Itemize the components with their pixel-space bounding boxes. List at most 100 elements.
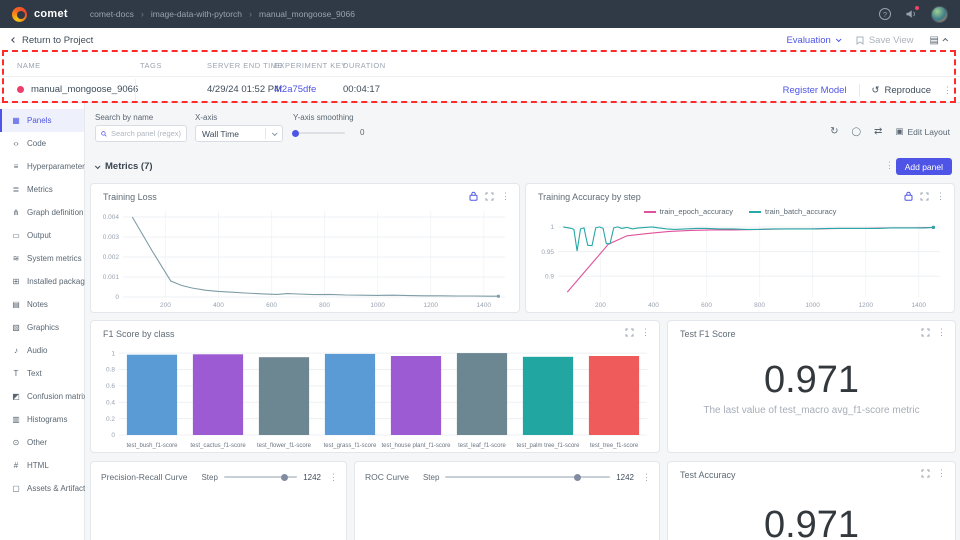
panel-menu-button[interactable]: ⋮: [501, 192, 510, 201]
breadcrumb-experiment[interactable]: manual_mongoose_9066: [259, 9, 355, 19]
training-loss-chart[interactable]: 20040060080010001200140000.0010.0020.003…: [95, 206, 515, 310]
help-icon[interactable]: ?: [879, 8, 891, 20]
reproduce-button[interactable]: ↺ Reproduce: [872, 85, 931, 96]
edit-layout-button[interactable]: ▣ Edit Layout: [895, 126, 950, 137]
smoothing-label: Y-axis smoothing: [293, 113, 354, 122]
svg-text:test_house plant_f1-score: test_house plant_f1-score: [381, 443, 451, 449]
breadcrumb-project[interactable]: image-data-with-pytorch: [151, 9, 242, 19]
lock-icon[interactable]: [469, 191, 478, 201]
smoothing-slider[interactable]: [293, 132, 345, 134]
chevron-down-icon: [95, 163, 101, 169]
sidebar-item-confusion-matrix[interactable]: ◩ Confusion matrix: [0, 385, 84, 408]
compare-options-icon[interactable]: ⇄: [874, 127, 882, 137]
svg-text:1000: 1000: [805, 302, 820, 309]
refresh-icon[interactable]: ↻: [830, 127, 838, 137]
sidebar-item-metrics[interactable]: ≣ Metrics: [0, 178, 84, 201]
panel-title: Precision-Recall Curve: [101, 472, 187, 482]
metrics-section-toggle[interactable]: Metrics (7): [95, 161, 153, 172]
breadcrumb-workspace[interactable]: comet-docs: [90, 9, 134, 19]
add-panel-button[interactable]: Add panel: [896, 158, 952, 175]
chevron-up-icon: [942, 38, 948, 44]
user-avatar[interactable]: [931, 6, 948, 23]
other-icon: ⊙: [11, 438, 21, 447]
f1-score-bar-chart[interactable]: 00.20.40.60.81test_bush_f1-scoretest_cac…: [95, 343, 655, 451]
search-input[interactable]: [111, 129, 181, 138]
panel-menu-button[interactable]: ⋮: [937, 328, 946, 337]
sidebar-item-system-metrics[interactable]: ≋ System metrics: [0, 247, 84, 270]
svg-text:0.002: 0.002: [103, 254, 120, 261]
svg-text:1200: 1200: [858, 302, 873, 309]
panel-title: F1 Score by class: [103, 329, 175, 339]
svg-text:1000: 1000: [370, 302, 385, 309]
training-accuracy-chart[interactable]: 2004006008001000120014000.90.951: [530, 218, 950, 310]
save-view-button[interactable]: Save View: [856, 35, 914, 46]
test-accuracy-value: 0.971: [668, 504, 955, 540]
training-loss-panel: Training Loss ⋮ 200400600800100012001400…: [90, 183, 520, 313]
panel-menu-button[interactable]: ⋮: [329, 473, 338, 482]
sidebar-item-audio[interactable]: ♪ Audio: [0, 339, 84, 362]
svg-text:1200: 1200: [423, 302, 438, 309]
sidebar-item-graph-definition[interactable]: ⋔ Graph definition: [0, 201, 84, 224]
fullscreen-icon[interactable]: [485, 192, 494, 201]
sidebar-item-code[interactable]: ‹› Code: [0, 132, 84, 155]
svg-text:800: 800: [319, 302, 330, 309]
return-to-project-link[interactable]: Return to Project: [12, 35, 93, 46]
svg-text:1: 1: [111, 350, 115, 357]
svg-text:test_bush_f1-score: test_bush_f1-score: [126, 443, 178, 449]
experiment-row[interactable]: manual_mongoose_9066 4/29/24 01:52 PM 4f…: [0, 77, 960, 103]
sidebar-item-hyperparameters[interactable]: ≡ Hyperparameters: [0, 155, 84, 178]
bookmark-icon: [856, 36, 864, 45]
sidebar-item-notes[interactable]: ▤ Notes: [0, 293, 84, 316]
sidebar-item-assets-artifacts[interactable]: ▢ Assets & Artifacts: [0, 477, 84, 500]
lock-icon[interactable]: [904, 191, 913, 201]
step-slider[interactable]: [224, 476, 297, 478]
svg-text:test_leaf_f1-score: test_leaf_f1-score: [458, 443, 506, 449]
panel-menu-button[interactable]: ⋮: [937, 469, 946, 478]
row-menu-button[interactable]: ⋮: [943, 86, 952, 95]
svg-text:test_cactus_f1-score: test_cactus_f1-score: [190, 443, 246, 449]
auto-refresh-icon[interactable]: ◯: [852, 127, 862, 136]
sidebar-item-panels[interactable]: ▦ Panels: [0, 109, 84, 132]
test-f1-score-subtitle: The last value of test_macro avg_f1-scor…: [668, 405, 955, 416]
step-slider[interactable]: [445, 476, 610, 478]
svg-text:0.8: 0.8: [106, 367, 115, 374]
slider-handle[interactable]: [574, 474, 581, 481]
panel-menu-button[interactable]: ⋮: [936, 192, 945, 201]
panels-main-area: Search by name X-axis Y-axis smoothing W…: [85, 103, 960, 540]
panel-menu-button[interactable]: ⋮: [641, 328, 650, 337]
panel-title: Test Accuracy: [680, 470, 736, 480]
metrics-section-title: Metrics (7): [105, 161, 153, 172]
fullscreen-icon[interactable]: [920, 192, 929, 201]
sidebar-item-histograms[interactable]: ▥ Histograms: [0, 408, 84, 431]
experiment-key-link[interactable]: 4f2a75dfe: [274, 84, 316, 95]
folder-icon: ▢: [11, 484, 21, 493]
legend-train-epoch-accuracy[interactable]: train_epoch_accuracy: [644, 207, 733, 216]
sidebar-item-text[interactable]: T Text: [0, 362, 84, 385]
notifications-button[interactable]: [905, 8, 917, 20]
svg-text:1: 1: [550, 224, 554, 231]
legend-train-batch-accuracy[interactable]: train_batch_accuracy: [749, 207, 836, 216]
svg-text:0.2: 0.2: [106, 416, 115, 423]
packages-icon: ⊞: [11, 277, 21, 286]
fullscreen-icon[interactable]: [625, 328, 634, 337]
panel-search[interactable]: [95, 125, 187, 142]
sidebar-item-html[interactable]: # HTML: [0, 454, 84, 477]
fullscreen-icon[interactable]: [921, 469, 930, 478]
register-model-button[interactable]: Register Model: [783, 85, 847, 96]
section-menu-button[interactable]: ⋮: [885, 161, 894, 170]
fullscreen-icon[interactable]: [921, 328, 930, 337]
experiment-name[interactable]: manual_mongoose_9066: [31, 84, 138, 95]
sidebar-item-graphics[interactable]: ▧ Graphics: [0, 316, 84, 339]
table-collapse-toggle[interactable]: ▤: [930, 35, 948, 46]
sidebar-item-output[interactable]: ▭ Output: [0, 224, 84, 247]
panel-menu-button[interactable]: ⋮: [642, 473, 651, 482]
slider-handle[interactable]: [281, 474, 288, 481]
comet-logo[interactable]: comet: [12, 7, 68, 22]
slider-handle[interactable]: [292, 130, 299, 137]
xaxis-select[interactable]: Wall Time: [195, 125, 283, 142]
svg-text:0.95: 0.95: [541, 249, 554, 256]
sidebar-item-other[interactable]: ⊙ Other: [0, 431, 84, 454]
view-selector-dropdown[interactable]: Evaluation: [786, 35, 839, 46]
sidebar-item-installed-packages[interactable]: ⊞ Installed packages: [0, 270, 84, 293]
column-experiment-key: EXPERIMENT KEY: [274, 61, 347, 70]
